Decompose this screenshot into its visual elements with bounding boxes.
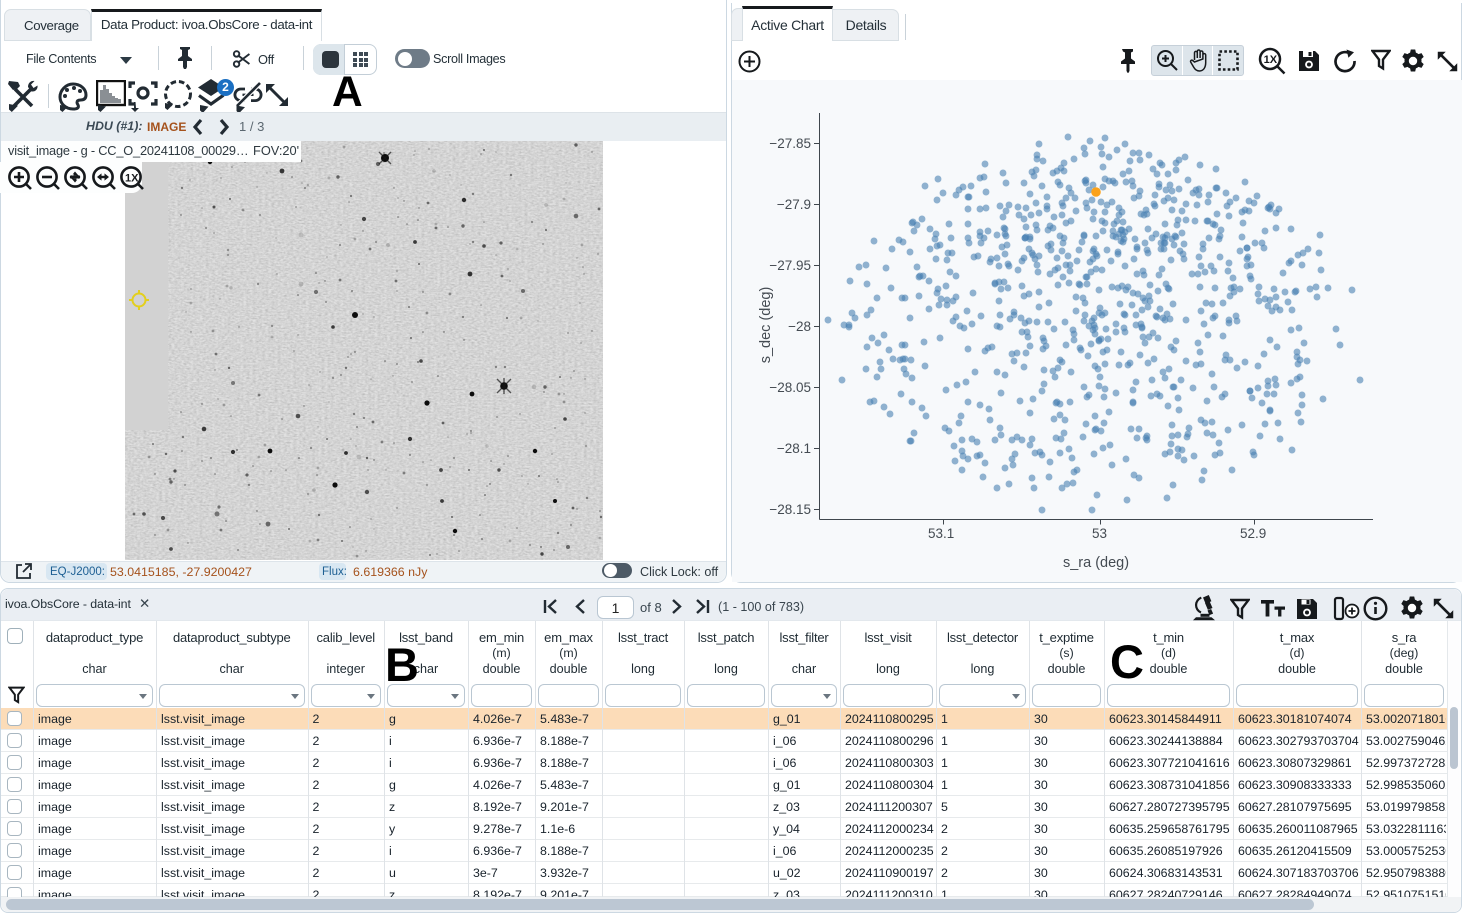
svg-text:−28.1: −28.1 <box>777 441 811 456</box>
svg-text:s_dec (deg): s_dec (deg) <box>758 287 774 364</box>
svg-text:53: 53 <box>1092 526 1107 541</box>
svg-text:−28: −28 <box>788 319 811 334</box>
svg-text:−28.05: −28.05 <box>769 380 811 395</box>
svg-text:1X: 1X <box>125 173 139 185</box>
svg-text:52.9: 52.9 <box>1240 526 1266 541</box>
svg-text:s_ra (deg): s_ra (deg) <box>1063 555 1129 571</box>
svg-text:−27.9: −27.9 <box>777 197 811 212</box>
svg-text:53.1: 53.1 <box>928 526 954 541</box>
svg-text:1X: 1X <box>1264 54 1278 66</box>
svg-text:−28.15: −28.15 <box>769 502 811 517</box>
svg-text:−27.95: −27.95 <box>769 258 811 273</box>
svg-text:−27.85: −27.85 <box>769 136 811 151</box>
